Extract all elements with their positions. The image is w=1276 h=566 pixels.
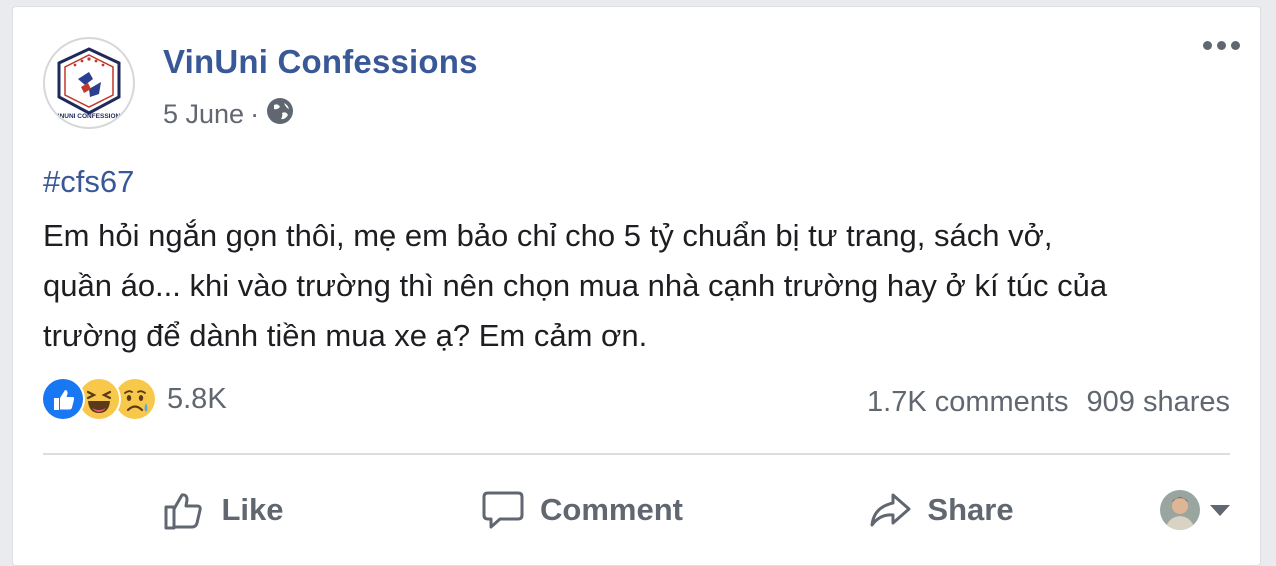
- globe-icon[interactable]: [265, 96, 295, 133]
- post-text: Em hỏi ngắn gọn thôi, mẹ em bảo chỉ cho …: [43, 218, 1108, 353]
- comment-bubble-icon: [480, 487, 526, 533]
- comments-count-link[interactable]: 1.7K comments: [867, 386, 1068, 419]
- share-label: Share: [927, 492, 1014, 527]
- logo-text: VINUNI CONFESSIONS: [53, 113, 125, 120]
- actions-divider: [43, 453, 1230, 455]
- meta-separator: ·: [250, 98, 260, 129]
- post-actions-bar: Like Comment Share: [43, 477, 1230, 543]
- chevron-down-icon: [1210, 504, 1230, 516]
- share-button[interactable]: Share: [761, 477, 1120, 543]
- hashtag-link[interactable]: #cfs67: [43, 164, 134, 200]
- comment-label: Comment: [540, 492, 683, 527]
- thumbs-up-icon: [161, 487, 207, 533]
- like-label: Like: [221, 492, 284, 527]
- post-meta: 5 June ·: [163, 97, 295, 131]
- user-avatar: [1160, 490, 1200, 530]
- reactions-summary[interactable]: 5.8K: [41, 377, 227, 421]
- more-options-icon[interactable]: [1203, 41, 1240, 50]
- page-name-link[interactable]: VinUni Confessions: [163, 43, 478, 81]
- reaction-identity-selector[interactable]: [1120, 477, 1230, 543]
- comment-button[interactable]: Comment: [402, 477, 761, 543]
- reaction-count[interactable]: 5.8K: [167, 383, 227, 416]
- like-button[interactable]: Like: [43, 477, 402, 543]
- page-avatar[interactable]: VINUNI CONFESSIONS: [43, 37, 135, 129]
- post-stats: 1.7K comments 909 shares: [867, 382, 1230, 422]
- post-card: VINUNI CONFESSIONS VinUni Confessions 5 …: [12, 6, 1261, 566]
- like-reaction-icon: [41, 377, 85, 421]
- share-arrow-icon: [867, 487, 913, 533]
- post-date[interactable]: 5 June: [163, 99, 244, 130]
- shares-count-link[interactable]: 909 shares: [1087, 386, 1231, 419]
